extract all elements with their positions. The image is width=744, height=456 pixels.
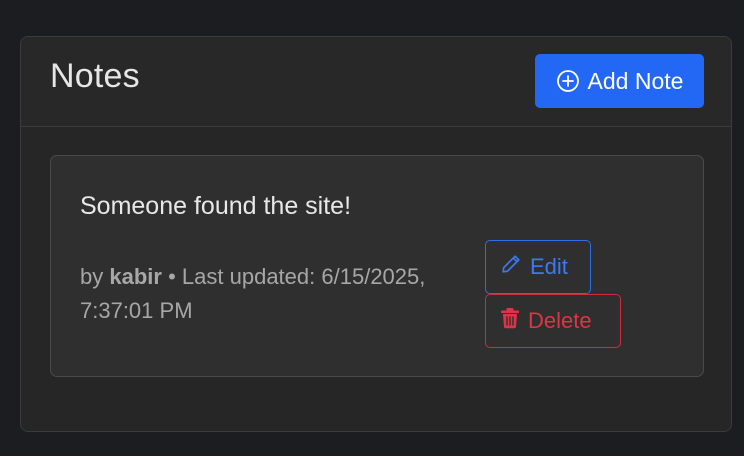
delete-label: Delete — [528, 308, 592, 333]
trash-icon — [500, 307, 520, 335]
note-updated-time: 7:37:01 PM — [80, 298, 193, 323]
note-text: Someone found the site! — [80, 192, 352, 220]
note-updated-date: 6/15/2025, — [321, 264, 426, 289]
note-author: kabir — [109, 264, 162, 289]
notes-panel: Notes Add Note Someone found the site! b… — [20, 36, 732, 432]
delete-note-button[interactable]: Delete — [485, 294, 621, 348]
note-card: Someone found the site! by kabir • Last … — [50, 155, 704, 377]
notes-panel-header: Notes Add Note — [21, 37, 731, 127]
note-by-prefix: by — [80, 264, 104, 289]
note-meta-separator: • — [168, 264, 176, 289]
add-note-label: Add Note — [587, 67, 684, 94]
pencil-icon — [500, 253, 522, 281]
note-updated-prefix: Last updated: — [181, 264, 316, 289]
edit-note-button[interactable]: Edit — [485, 240, 591, 294]
panel-title: Notes — [50, 57, 140, 95]
plus-circle-icon — [556, 69, 580, 93]
add-note-button[interactable]: Add Note — [535, 54, 704, 108]
edit-label: Edit — [530, 254, 568, 279]
note-meta: by kabir • Last updated: 6/15/2025, 7:37… — [80, 260, 490, 328]
